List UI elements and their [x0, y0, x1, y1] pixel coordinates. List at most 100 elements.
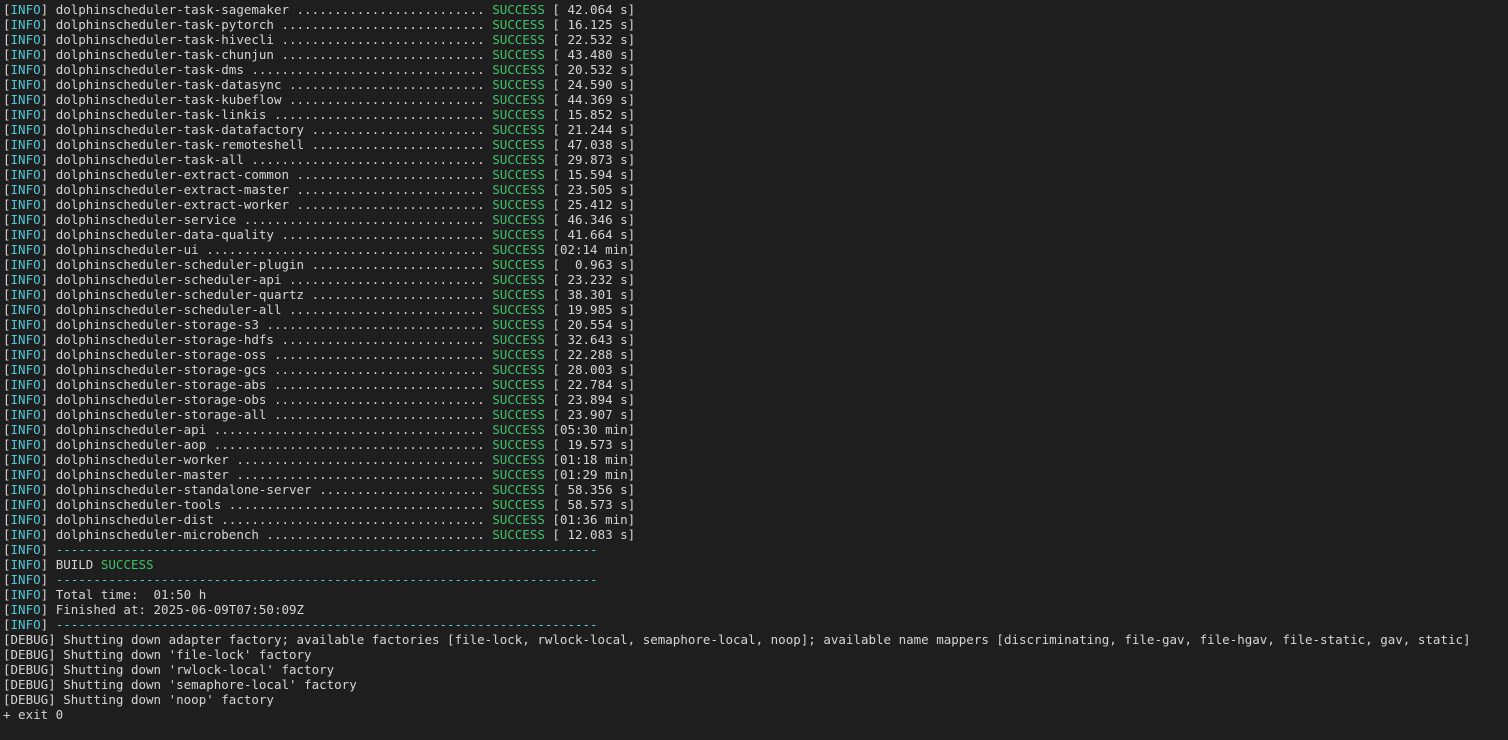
- module-time: [ 23.907 s]: [552, 407, 636, 422]
- module-name: dolphinscheduler-service: [55, 212, 237, 227]
- module-time: [ 22.784 s]: [552, 377, 636, 392]
- terminal-output[interactable]: [INFO] dolphinscheduler-task-sagemaker .…: [0, 0, 1508, 740]
- module-time: [ 0.963 s]: [552, 257, 636, 272]
- module-time: [ 20.532 s]: [552, 62, 636, 77]
- debug-line: [DEBUG] Shutting down 'noop' factory: [3, 692, 274, 707]
- module-status: SUCCESS: [492, 347, 545, 362]
- module-status: SUCCESS: [492, 152, 545, 167]
- module-name: dolphinscheduler-scheduler-api: [55, 272, 282, 287]
- module-time: [ 29.873 s]: [552, 152, 636, 167]
- module-name: dolphinscheduler-task-pytorch: [55, 17, 274, 32]
- module-status: SUCCESS: [492, 182, 545, 197]
- module-line: [INFO] dolphinscheduler-task-datafactory…: [3, 122, 636, 137]
- module-status: SUCCESS: [492, 317, 545, 332]
- module-status: SUCCESS: [492, 467, 545, 482]
- debug-line: [DEBUG] Shutting down 'semaphore-local' …: [3, 677, 357, 692]
- module-status: SUCCESS: [492, 2, 545, 17]
- module-name: dolphinscheduler-storage-hdfs: [55, 332, 274, 347]
- module-name: dolphinscheduler-task-datafactory: [55, 122, 305, 137]
- module-line: [INFO] dolphinscheduler-scheduler-all ..…: [3, 302, 636, 317]
- module-time: [ 43.480 s]: [552, 47, 636, 62]
- module-line: [INFO] dolphinscheduler-task-kubeflow ..…: [3, 92, 636, 107]
- module-time: [ 23.505 s]: [552, 182, 636, 197]
- module-time: [ 47.038 s]: [552, 137, 636, 152]
- module-time: [ 19.985 s]: [552, 302, 636, 317]
- module-time: [ 58.356 s]: [552, 482, 636, 497]
- module-name: dolphinscheduler-microbench: [55, 527, 259, 542]
- module-status: SUCCESS: [492, 17, 545, 32]
- module-line: [INFO] dolphinscheduler-storage-s3 .....…: [3, 317, 636, 332]
- module-time: [ 16.125 s]: [552, 17, 636, 32]
- build-status: SUCCESS: [100, 557, 154, 572]
- module-status: SUCCESS: [492, 392, 545, 407]
- module-time: [ 23.894 s]: [552, 392, 636, 407]
- module-status: SUCCESS: [492, 497, 545, 512]
- module-line: [INFO] dolphinscheduler-api ............…: [3, 422, 636, 437]
- separator-line: [INFO] ---------------------------------…: [3, 572, 598, 587]
- exit-line: + exit 0: [3, 707, 64, 722]
- module-name: dolphinscheduler-task-chunjun: [55, 47, 274, 62]
- module-time: [ 23.232 s]: [552, 272, 636, 287]
- module-name: dolphinscheduler-scheduler-all: [55, 302, 282, 317]
- module-line: [INFO] dolphinscheduler-storage-all ....…: [3, 407, 636, 422]
- module-time: [02:14 min]: [552, 242, 636, 257]
- module-status: SUCCESS: [492, 437, 545, 452]
- module-line: [INFO] dolphinscheduler-ui .............…: [3, 242, 636, 257]
- module-time: [ 32.643 s]: [552, 332, 636, 347]
- module-line: [INFO] dolphinscheduler-task-all .......…: [3, 152, 636, 167]
- module-name: dolphinscheduler-task-remoteshell: [55, 137, 305, 152]
- reactor-summary: [INFO] dolphinscheduler-task-sagemaker .…: [3, 2, 1508, 542]
- module-name: dolphinscheduler-storage-s3: [55, 317, 259, 332]
- module-line: [INFO] dolphinscheduler-extract-master .…: [3, 182, 636, 197]
- module-line: [INFO] dolphinscheduler-task-remoteshell…: [3, 137, 636, 152]
- module-time: [ 22.288 s]: [552, 347, 636, 362]
- module-line: [INFO] dolphinscheduler-aop ............…: [3, 437, 636, 452]
- module-line: [INFO] dolphinscheduler-scheduler-api ..…: [3, 272, 636, 287]
- module-status: SUCCESS: [492, 527, 545, 542]
- debug-line: [DEBUG] Shutting down adapter factory; a…: [3, 632, 1471, 647]
- module-line: [INFO] dolphinscheduler-data-quality ...…: [3, 227, 636, 242]
- module-status: SUCCESS: [492, 32, 545, 47]
- module-time: [ 46.346 s]: [552, 212, 636, 227]
- module-name: dolphinscheduler-worker: [55, 452, 229, 467]
- module-line: [INFO] dolphinscheduler-task-datasync ..…: [3, 77, 636, 92]
- module-name: dolphinscheduler-task-hivecli: [55, 32, 274, 47]
- module-name: dolphinscheduler-standalone-server: [55, 482, 312, 497]
- module-status: SUCCESS: [492, 512, 545, 527]
- module-status: SUCCESS: [492, 167, 545, 182]
- module-name: dolphinscheduler-ui: [55, 242, 199, 257]
- module-name: dolphinscheduler-storage-gcs: [55, 362, 267, 377]
- module-time: [ 42.064 s]: [552, 2, 636, 17]
- module-line: [INFO] dolphinscheduler-task-pytorch ...…: [3, 17, 636, 32]
- module-status: SUCCESS: [492, 482, 545, 497]
- finished-at-line: [INFO] Finished at: 2025-06-09T07:50:09Z: [3, 602, 305, 617]
- module-line: [INFO] dolphinscheduler-task-linkis ....…: [3, 107, 636, 122]
- module-name: dolphinscheduler-task-linkis: [55, 107, 267, 122]
- module-name: dolphinscheduler-aop: [55, 437, 207, 452]
- module-time: [ 19.573 s]: [552, 437, 636, 452]
- module-time: [ 20.554 s]: [552, 317, 636, 332]
- module-name: dolphinscheduler-storage-abs: [55, 377, 267, 392]
- module-name: dolphinscheduler-master: [55, 467, 229, 482]
- module-time: [01:36 min]: [552, 512, 636, 527]
- module-status: SUCCESS: [492, 137, 545, 152]
- module-status: SUCCESS: [492, 257, 545, 272]
- module-name: dolphinscheduler-task-dms: [55, 62, 244, 77]
- module-line: [INFO] dolphinscheduler-microbench .....…: [3, 527, 636, 542]
- module-line: [INFO] dolphinscheduler-master .........…: [3, 467, 636, 482]
- module-status: SUCCESS: [492, 242, 545, 257]
- build-result-line: [INFO] BUILD SUCCESS: [3, 557, 154, 572]
- module-time: [ 58.573 s]: [552, 497, 636, 512]
- module-name: dolphinscheduler-dist: [55, 512, 214, 527]
- module-time: [ 38.301 s]: [552, 287, 636, 302]
- separator-line: [INFO] ---------------------------------…: [3, 542, 598, 557]
- module-status: SUCCESS: [492, 287, 545, 302]
- module-line: [INFO] dolphinscheduler-tools ..........…: [3, 497, 636, 512]
- module-time: [ 21.244 s]: [552, 122, 636, 137]
- module-name: dolphinscheduler-scheduler-quartz: [55, 287, 305, 302]
- module-time: [01:29 min]: [552, 467, 636, 482]
- module-name: dolphinscheduler-extract-master: [55, 182, 289, 197]
- module-name: dolphinscheduler-extract-common: [55, 167, 289, 182]
- module-status: SUCCESS: [492, 212, 545, 227]
- module-line: [INFO] dolphinscheduler-task-sagemaker .…: [3, 2, 636, 17]
